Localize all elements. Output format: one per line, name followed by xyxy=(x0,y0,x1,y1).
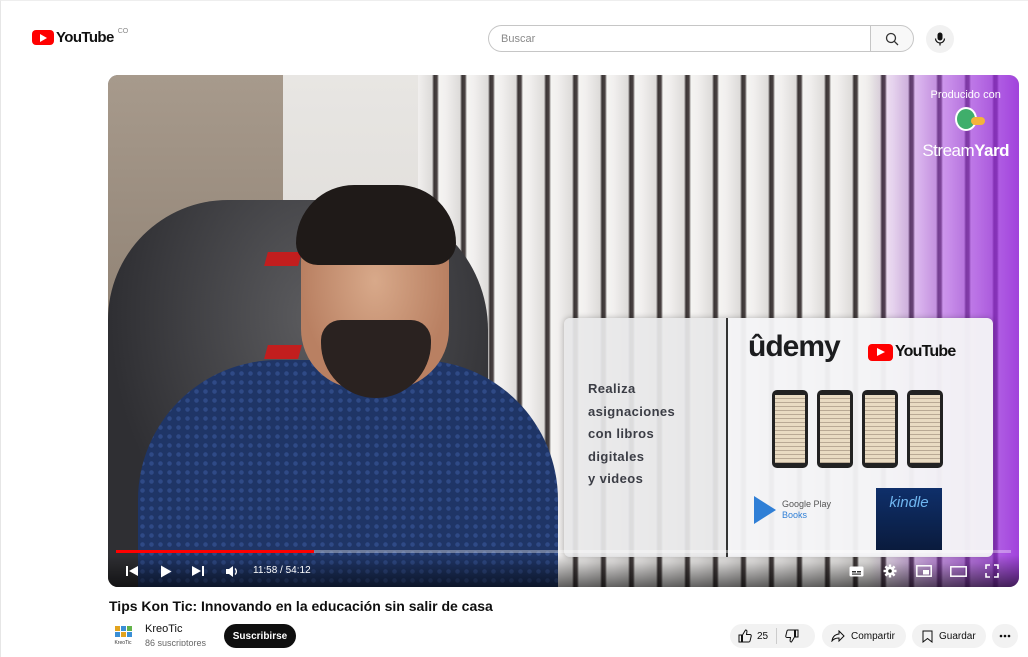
ebook-phone-icon xyxy=(772,390,808,468)
theater-mode-button[interactable] xyxy=(948,561,968,581)
youtube-watch-page: YouTube CO Producido con StreamYard xyxy=(0,0,1028,657)
ebook-phone-icon xyxy=(862,390,898,468)
skip-next-icon xyxy=(192,566,204,576)
dislike-button[interactable] xyxy=(785,629,799,643)
google-play-line1: Google Play xyxy=(782,499,832,509)
google-play-text: Google Play Books xyxy=(782,499,831,521)
overlay-text-line: asignaciones xyxy=(588,403,676,419)
presenter-hair xyxy=(296,185,456,265)
theater-mode-icon xyxy=(949,565,967,577)
video-overlay-card: Realiza asignaciones con libros digitale… xyxy=(564,318,993,557)
chair-logo xyxy=(264,345,302,359)
like-dislike-group: 25 xyxy=(730,624,815,648)
youtube-logo[interactable]: YouTube CO xyxy=(32,28,129,46)
subtitles-icon xyxy=(849,566,863,576)
subscriber-count: 86 suscriptores xyxy=(145,638,207,646)
more-actions-button[interactable] xyxy=(992,624,1018,648)
overlay-text-line: digitales xyxy=(588,448,645,464)
save-label: Guardar xyxy=(939,630,976,642)
share-icon xyxy=(831,630,845,642)
youtube-play-icon xyxy=(868,343,893,361)
overlay-youtube-logo: YouTube xyxy=(868,343,956,361)
kindle-logo: kindle xyxy=(876,488,942,550)
volume-icon xyxy=(225,565,237,577)
settings-button[interactable] xyxy=(880,561,900,581)
kindle-text: kindle xyxy=(889,494,929,511)
share-button[interactable]: Compartir xyxy=(822,624,906,648)
subtitles-button[interactable] xyxy=(846,561,866,581)
play-button[interactable] xyxy=(156,561,176,581)
share-label: Compartir xyxy=(851,630,895,642)
chair-logo xyxy=(264,252,302,266)
streamyard-name: StreamYard xyxy=(922,141,1009,161)
channel-avatar-label: KreoTic xyxy=(114,640,132,646)
like-count: 25 xyxy=(757,630,769,642)
bookmark-icon xyxy=(922,630,933,643)
streamyard-watermark: Producido con StreamYard xyxy=(922,89,1009,161)
thumbs-up-icon xyxy=(738,629,752,643)
channel-name[interactable]: KreoTic xyxy=(145,623,183,635)
fullscreen-button[interactable] xyxy=(982,561,1002,581)
logo-text: YouTube xyxy=(56,29,114,46)
gear-icon xyxy=(883,564,897,578)
streamyard-duck-logo xyxy=(949,107,985,137)
subscribe-button[interactable]: Suscribirse xyxy=(224,624,296,648)
miniplayer-icon xyxy=(916,565,932,577)
streamyard-produced-label: Producido con xyxy=(930,89,1001,101)
logo-country-code: CO xyxy=(117,28,129,35)
like-divider xyxy=(776,628,778,644)
search-icon xyxy=(885,32,899,45)
like-button[interactable]: 25 xyxy=(738,629,768,643)
skip-previous-icon xyxy=(126,566,138,576)
ebook-phone-icon xyxy=(817,390,853,468)
streamyard-name-part: Stream xyxy=(922,141,975,160)
search-input[interactable] xyxy=(488,25,870,52)
streamyard-name-part-bold: Yard xyxy=(974,141,1009,160)
google-play-line2: Books xyxy=(782,510,808,520)
youtube-play-icon xyxy=(32,30,54,45)
ebook-phone-icon xyxy=(907,390,943,468)
next-button[interactable] xyxy=(188,561,208,581)
video-player[interactable]: Producido con StreamYard Realiza asignac… xyxy=(108,75,1019,587)
time-display: 11:58 / 54:12 xyxy=(253,565,311,576)
voice-search-button[interactable] xyxy=(926,25,954,53)
overlay-text-line: Realiza xyxy=(588,381,636,396)
fullscreen-icon xyxy=(985,564,999,578)
overlay-text-panel: Realiza asignaciones con libros digitale… xyxy=(564,318,728,557)
search-bar xyxy=(488,25,914,52)
progress-bar-played xyxy=(116,550,314,553)
overlay-brands-panel: ûdemy YouTube Google Play Books kindle xyxy=(728,318,993,557)
progress-bar[interactable] xyxy=(116,550,1011,553)
overlay-youtube-text: YouTube xyxy=(895,343,956,360)
channel-avatar[interactable]: KreoTic xyxy=(111,625,135,647)
video-title: Tips Kon Tic: Innovando en la educación … xyxy=(109,598,493,614)
google-play-books-logo: Google Play Books xyxy=(754,496,831,524)
microphone-icon xyxy=(934,32,946,46)
thumbs-down-icon xyxy=(785,629,799,643)
player-controls: 11:58 / 54:12 xyxy=(108,555,1019,587)
google-play-icon xyxy=(754,496,776,524)
volume-button[interactable] xyxy=(222,561,242,581)
search-button[interactable] xyxy=(870,25,914,52)
overlay-text-line: con libros xyxy=(588,426,655,441)
previous-button[interactable] xyxy=(122,561,142,581)
save-button[interactable]: Guardar xyxy=(912,624,986,648)
overlay-text-line: y videos xyxy=(588,471,644,486)
play-icon xyxy=(161,565,172,577)
udemy-logo: ûdemy xyxy=(748,330,841,363)
more-horizontal-icon xyxy=(999,634,1011,638)
miniplayer-button[interactable] xyxy=(914,561,934,581)
